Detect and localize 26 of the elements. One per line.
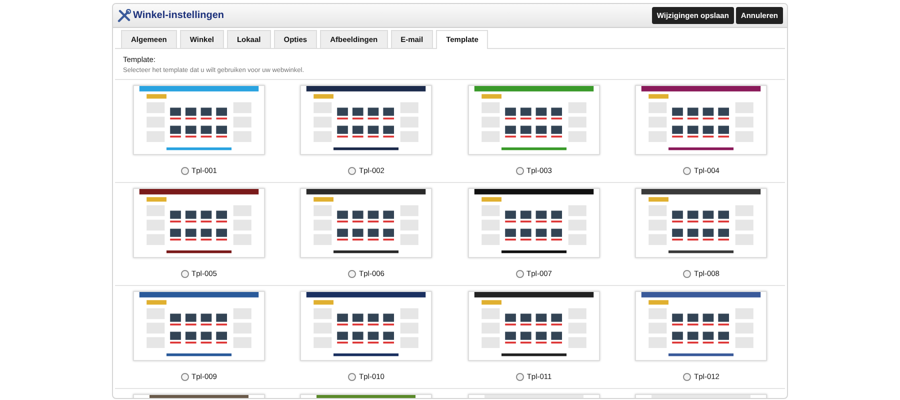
radio-button[interactable]	[348, 372, 356, 381]
template-preview-drawing[interactable]	[132, 85, 265, 155]
window-title: Winkel-instellingen	[133, 9, 224, 23]
tools-icon	[117, 8, 131, 22]
template-preview-drawing[interactable]	[468, 291, 600, 361]
template-preview-drawing[interactable]	[635, 188, 768, 258]
template-preview-drawing[interactable]	[468, 188, 600, 258]
radio-button[interactable]	[516, 166, 524, 175]
radio-button[interactable]	[180, 166, 189, 175]
template-preview-drawing[interactable]	[300, 85, 432, 155]
radio-button[interactable]	[516, 372, 524, 381]
radio-button[interactable]	[516, 270, 524, 278]
template-preview-drawing[interactable]	[300, 291, 432, 361]
radio-button[interactable]	[180, 372, 189, 381]
radio-button[interactable]	[683, 270, 692, 278]
radio-button[interactable]	[683, 372, 692, 381]
radio-button[interactable]	[348, 270, 356, 278]
template-preview-drawing[interactable]	[468, 85, 600, 155]
template-preview-drawing[interactable]	[132, 188, 265, 258]
template-preview-drawing[interactable]	[132, 291, 265, 361]
template-preview-drawing[interactable]	[300, 188, 432, 258]
template-preview-drawing[interactable]	[635, 291, 768, 361]
template-preview-drawing[interactable]	[635, 85, 768, 155]
radio-button[interactable]	[180, 270, 189, 278]
radio-button[interactable]	[348, 166, 356, 175]
radio-button[interactable]	[683, 166, 692, 175]
